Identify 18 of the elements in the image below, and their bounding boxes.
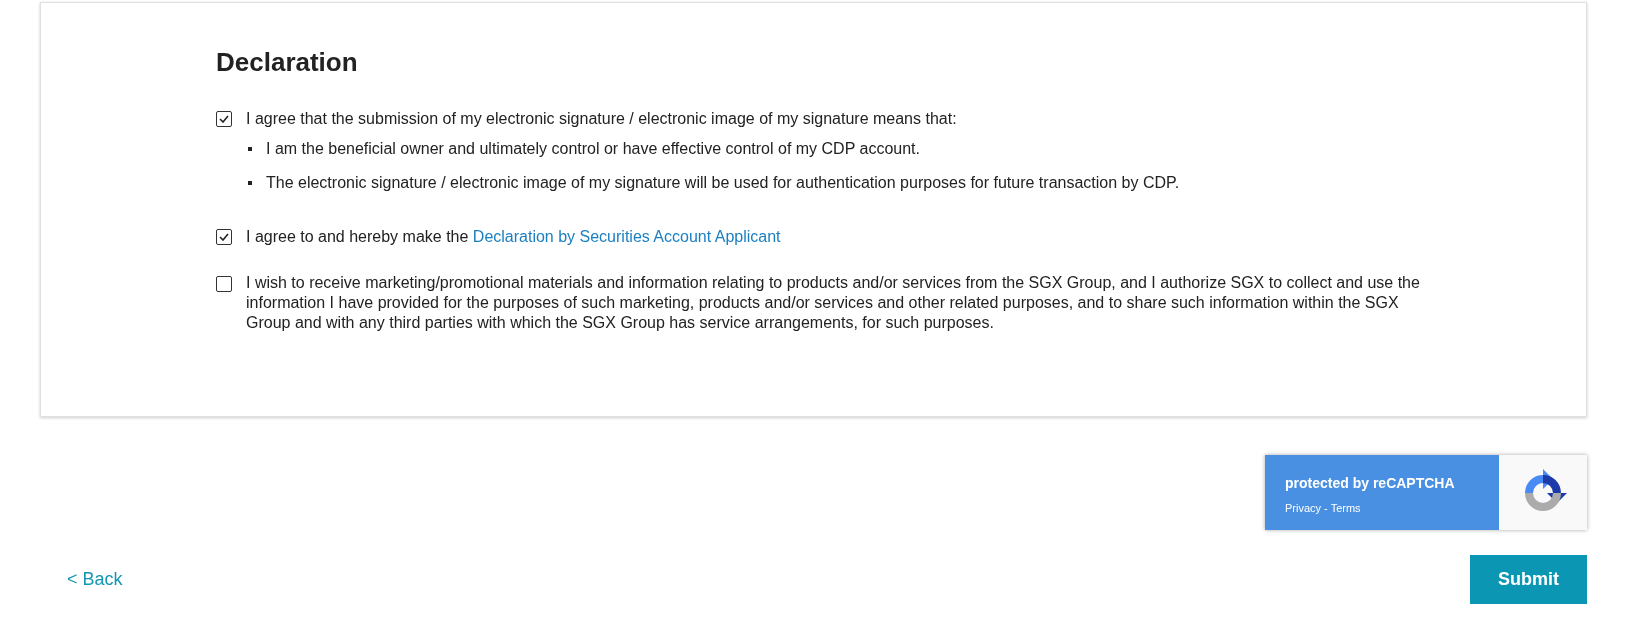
recaptcha-links[interactable]: Privacy - Terms (1285, 500, 1499, 517)
checkbox[interactable] (216, 229, 232, 245)
checkbox[interactable] (216, 276, 232, 292)
back-link[interactable]: < Back (67, 566, 123, 593)
bullet-text: The electronic signature / electronic image of my signature will be used for authentication purposes for future transaction by CDP. (266, 173, 1180, 193)
checkbox-label: I wish to receive marketing/promotional materials and information relating to products and/or services from the SGX Group, and I authorize SGX to collect and use the information I have provided for the purposes of such marketing, products and/or services and other related purposes, and to share such information within the SGX Group and with any third parties with which the SGX Group has service arrangements, for such purposes. (246, 273, 1421, 333)
recaptcha-text: protected by reCAPTCHA (1285, 474, 1456, 493)
checkbox[interactable] (216, 111, 232, 127)
check-icon (219, 115, 229, 123)
bullet-text: I am the beneficial owner and ultimately control or have effective control of my CDP account. (266, 139, 920, 159)
checkbox-label: I agree to and hereby make the Declaration by Securities Account Applicant (246, 227, 781, 247)
declaration-link[interactable]: Declaration by Securities Account Applicant (472, 228, 781, 245)
checkbox-label: I agree that the submission of my electronic signature / electronic image of my signature means that: (246, 109, 957, 129)
section-title: Declaration (216, 46, 359, 79)
check-icon (219, 233, 229, 241)
submit-button[interactable]: Submit (1470, 555, 1587, 604)
bullet-icon (248, 181, 252, 185)
bullet-icon (248, 147, 252, 151)
